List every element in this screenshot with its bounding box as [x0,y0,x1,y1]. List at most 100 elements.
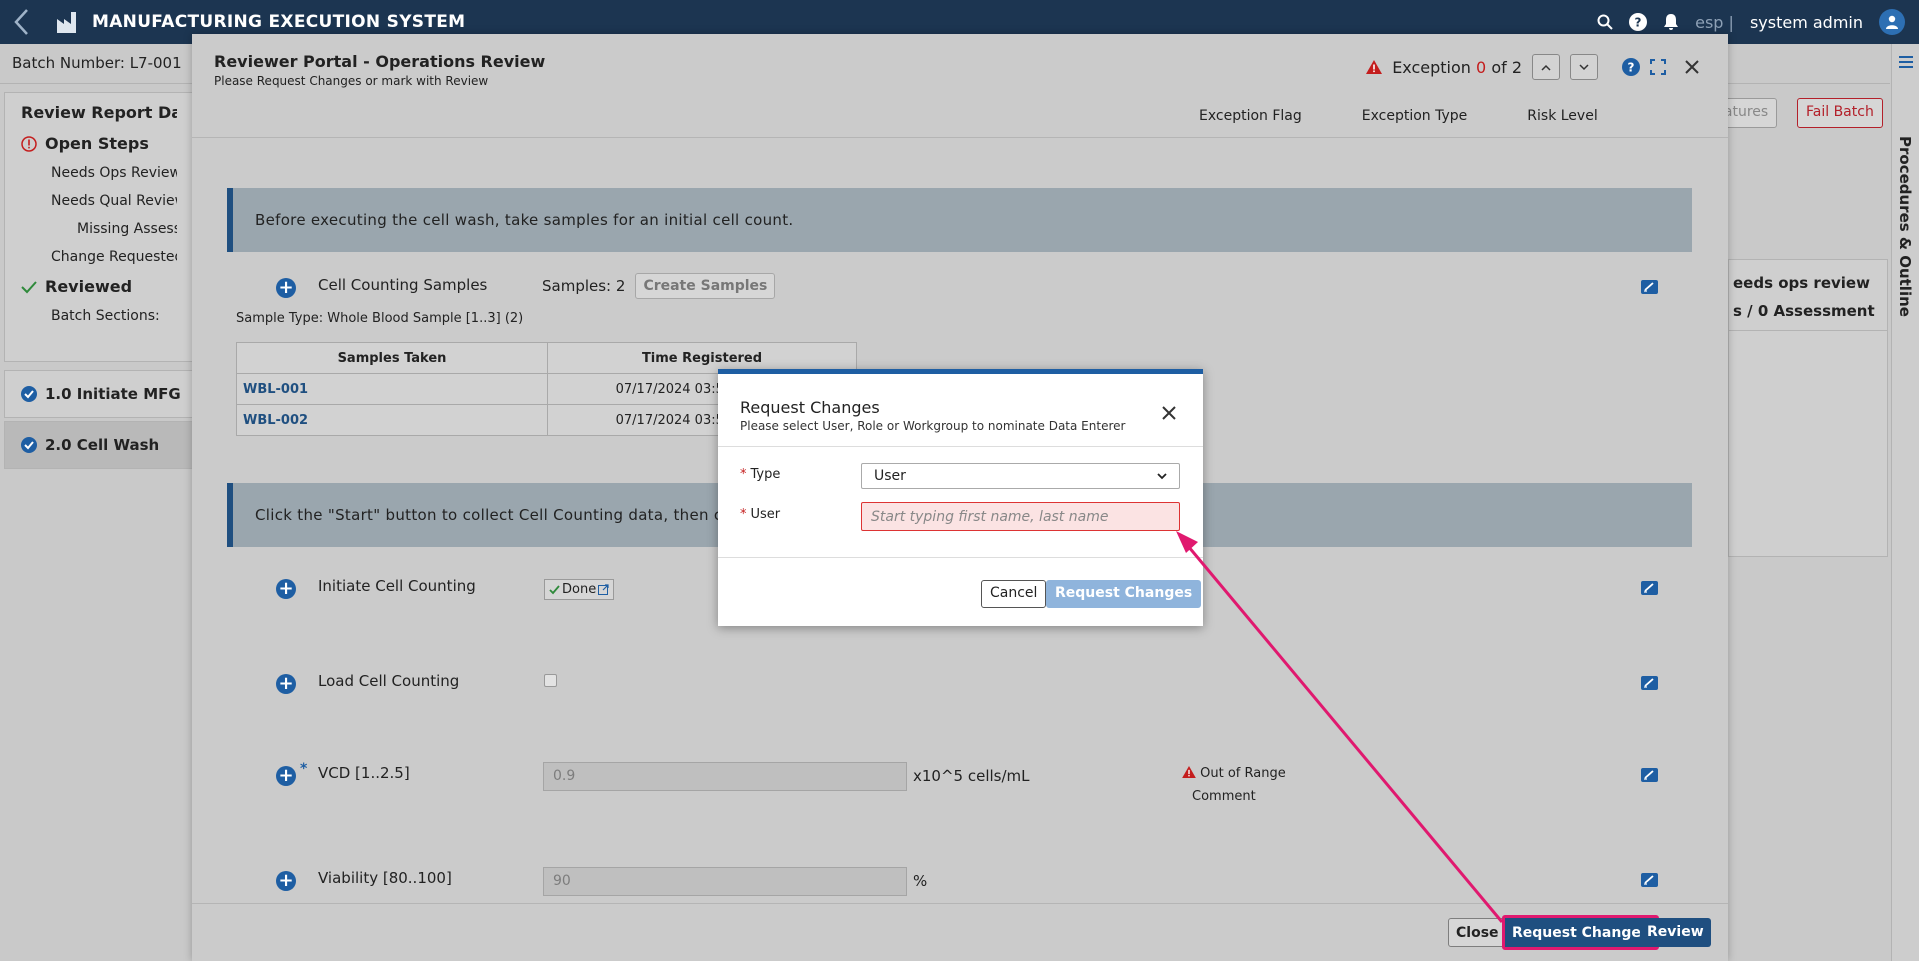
exception-prefix: Exception [1392,57,1471,77]
check-icon [549,584,560,594]
cancel-button[interactable]: Cancel [981,580,1047,608]
exception-counter: Exception 0 of 2 [1392,58,1522,77]
submit-request-changes-button[interactable]: Request Changes [1046,580,1202,608]
close-icon[interactable] [1160,404,1178,422]
batch-sections: Batch Sections: [51,308,160,324]
comment-edit-icon[interactable] [1641,280,1658,294]
section-initiate-mfg[interactable]: 1.0 Initiate MFG [4,370,194,418]
column-exception-flag: Exception Flag [1199,108,1302,124]
missing-assessment[interactable]: Missing Assessment [21,215,177,243]
needs-ops-review[interactable]: Needs Ops Review: [21,159,177,187]
check-circle-icon [21,386,37,402]
comment-link[interactable]: Comment [1182,785,1286,808]
column-header: Samples Taken [236,342,548,374]
expand-plus-icon[interactable]: + [276,579,296,599]
reviewed-heading: Reviewed [45,277,133,296]
change-requested[interactable]: Change Requested: [21,243,177,271]
chevron-down-icon [1579,63,1589,70]
exception-suffix: of 2 [1491,57,1522,77]
check-icon [21,280,37,293]
back-icon[interactable] [0,0,44,44]
out-of-range-label: Out of Range [1200,766,1286,781]
section-label: 2.0 Cell Wash [45,436,160,454]
samples-count: Samples: 2 [542,277,626,295]
comment-edit-icon[interactable] [1641,768,1658,782]
step-viability: Viability [80..100] [318,869,452,887]
expand-plus-icon[interactable]: + [276,766,296,786]
exception-columns: Exception Flag Exception Type Risk Level [1199,108,1598,124]
warning-icon [1366,60,1383,74]
step-cell-counting-samples: Cell Counting Samples [318,276,488,294]
type-label: * Type [740,467,781,482]
exception-current: 0 [1476,57,1487,77]
reviewer-header: Reviewer Portal - Operations Review Plea… [192,34,1728,138]
ops-review-card: eeds ops review s / 0 Assessment [1728,259,1888,557]
request-changes-button[interactable]: Request Changes [1502,915,1660,950]
batch-number: Batch Number: L7-001 [12,54,182,72]
needs-qual-review[interactable]: Needs Qual Review: [21,187,177,215]
card-line-1: eeds ops review [1733,274,1870,292]
comment-edit-icon[interactable] [1641,581,1658,595]
required-marker: * [300,761,308,777]
sample-id-link[interactable]: WBL-002 [236,404,548,436]
reviewer-footer: Close Request Changes Review [192,903,1728,961]
help-icon[interactable]: ? [1629,13,1648,31]
svg-text:?: ? [1635,16,1642,30]
review-button[interactable]: Review [1640,918,1711,947]
sample-id-link[interactable]: WBL-001 [236,373,548,405]
section-cell-wash[interactable]: 2.0 Cell Wash [4,421,194,469]
close-icon[interactable] [1684,59,1700,75]
close-button[interactable]: Close [1448,918,1507,947]
dialog-title: Request Changes [740,398,880,417]
check-circle-icon [21,437,37,453]
section-label: 1.0 Initiate MFG [45,385,181,403]
comment-edit-icon[interactable] [1641,873,1658,887]
card-line-2: s / 0 Assessment [1729,298,1887,331]
user-search-input[interactable] [861,502,1180,531]
next-exception-button[interactable] [1570,54,1598,80]
dashboard-title: Review Report Dashboard [21,103,177,122]
avatar[interactable] [1879,9,1905,35]
help-icon[interactable]: ? [1622,58,1640,76]
expand-icon[interactable] [1650,59,1666,75]
review-dashboard-panel: Review Report Dashboard Open Steps Needs… [4,92,194,362]
create-samples-button[interactable]: Create Samples [635,273,776,299]
user-label: * User [740,507,781,522]
dialog-subtitle: Please select User, Role or Workgroup to… [740,419,1126,433]
alert-circle-icon [21,135,37,152]
column-risk-level: Risk Level [1527,108,1598,124]
procedures-outline-label: Procedures & Outline [1896,136,1914,317]
sample-type: Sample Type: Whole Blood Sample [1..3] (… [236,311,524,326]
chevron-down-icon [1157,472,1167,479]
viability-unit: % [913,872,928,890]
reviewer-title: Reviewer Portal - Operations Review [214,52,546,71]
vcd-unit: x10^5 cells/mL [913,767,1030,785]
expand-plus-icon[interactable]: + [276,674,296,694]
open-steps-heading: Open Steps [45,134,149,153]
step-initiate-cell-counting: Initiate Cell Counting [318,577,476,595]
list-icon[interactable] [1899,56,1913,68]
divider [718,557,1203,558]
step-load-cell-counting: Load Cell Counting [318,672,460,690]
search-icon[interactable] [1597,14,1613,30]
factory-logo-icon [54,7,84,37]
viability-input[interactable]: 90 [543,867,907,896]
load-checkbox[interactable] [544,674,557,687]
type-select[interactable]: User [861,463,1180,489]
previous-exception-button[interactable] [1532,54,1560,80]
done-button[interactable]: Done [544,579,615,600]
expand-plus-icon[interactable]: + [276,278,296,298]
chevron-up-icon [1541,64,1551,71]
user-name[interactable]: system admin [1750,13,1863,32]
vcd-input[interactable]: 0.9 [543,762,907,791]
app-title: MANUFACTURING EXECUTION SYSTEM [92,12,466,32]
bell-icon[interactable] [1663,13,1679,31]
exception-note: Out of Range Comment [1182,762,1286,808]
external-link-icon [598,584,609,595]
procedures-outline-tab[interactable]: Procedures & Outline [1891,44,1919,961]
expand-plus-icon[interactable]: + [276,871,296,891]
request-changes-dialog: Request Changes Please select User, Role… [718,369,1203,626]
language-selector[interactable]: esp | [1695,13,1734,32]
comment-edit-icon[interactable] [1641,676,1658,690]
fail-batch-button[interactable]: Fail Batch [1797,98,1883,128]
